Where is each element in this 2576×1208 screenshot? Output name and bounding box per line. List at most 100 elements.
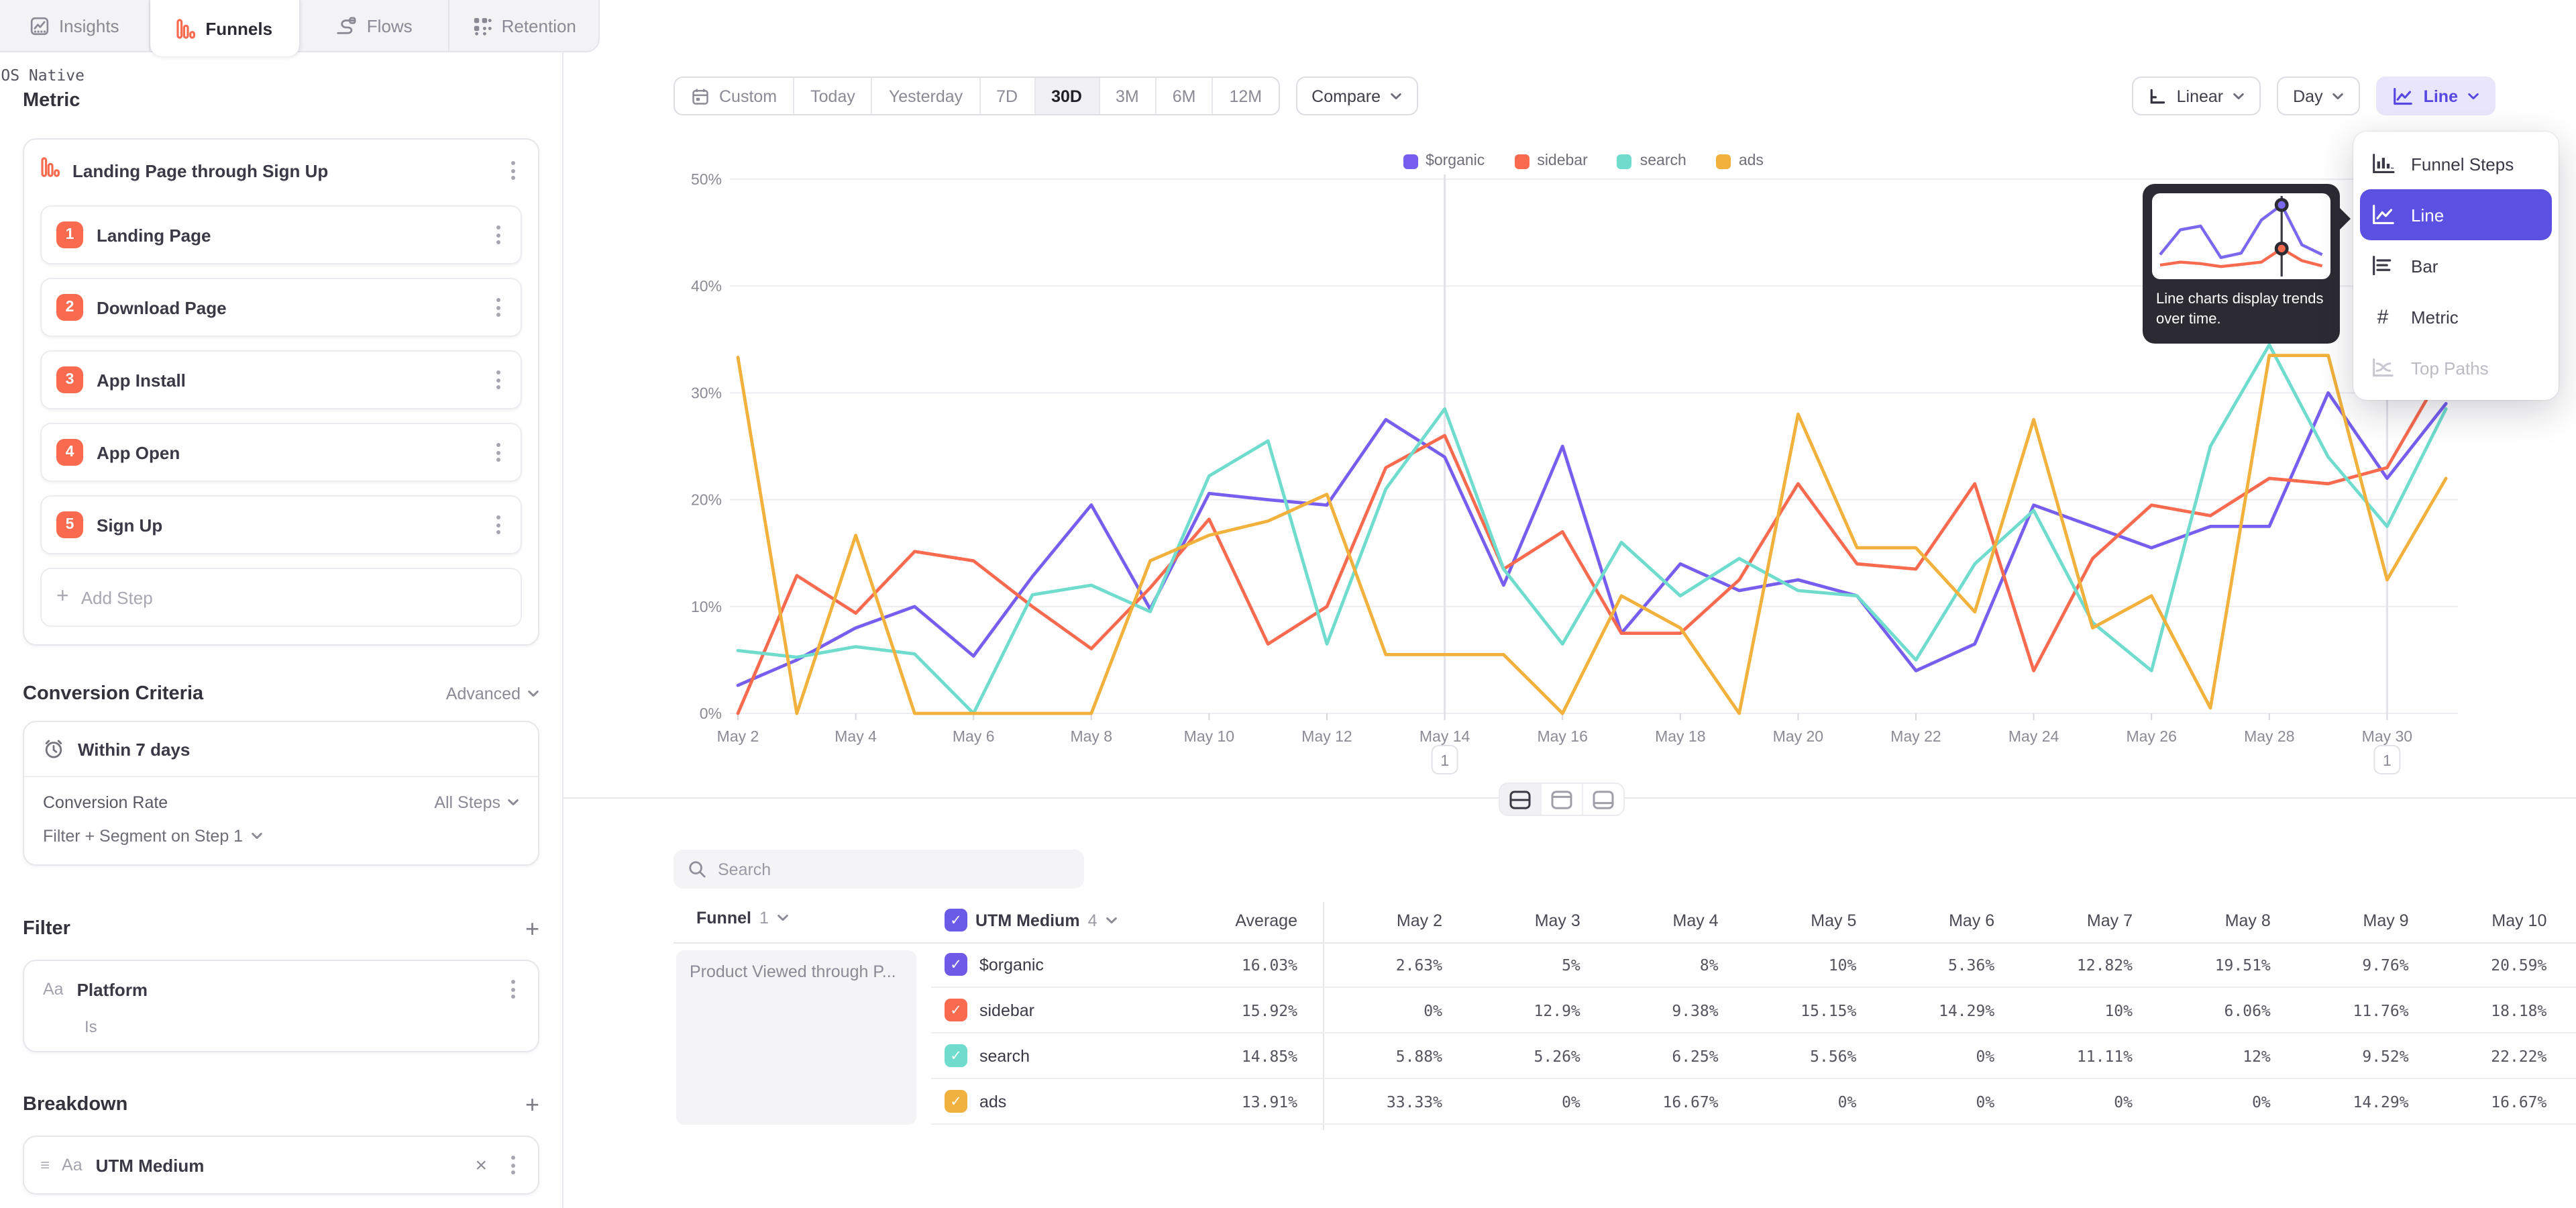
column-may-3: May 3 (1535, 911, 1580, 930)
funnels-icon (176, 18, 196, 38)
add-step-button[interactable]: + Add Step (40, 568, 522, 627)
filter-card: Aa Platform Is iOS Native (23, 960, 539, 1052)
step-label: Sign Up (97, 515, 475, 535)
series-checkbox[interactable]: ✓ (945, 999, 967, 1021)
column-may-8: May 8 (2225, 911, 2271, 930)
drag-handle-icon[interactable]: ≡ (40, 1156, 48, 1174)
column-may-4: May 4 (1673, 911, 1719, 930)
chart-view-toggle[interactable] (1540, 784, 1582, 815)
chart-type-dropdown[interactable]: Line (2377, 77, 2496, 115)
scale-dropdown[interactable]: Linear (2133, 77, 2261, 115)
interval-dropdown[interactable]: Day (2277, 77, 2360, 115)
breakdown-column-dropdown[interactable]: ✓ UTM Medium4 (945, 909, 1117, 932)
cell-value: 6.25% (1672, 1047, 1718, 1066)
legend-item-ads[interactable]: ads (1716, 153, 1764, 169)
range-6m[interactable]: 6M (1155, 78, 1212, 114)
funnel-bars-icon (40, 157, 60, 184)
cell-value: 9.52% (2362, 1047, 2408, 1066)
funnel-kebab-icon[interactable] (503, 158, 522, 183)
split-view-toggle[interactable] (1500, 784, 1540, 815)
annotation-marker[interactable]: 1 (2374, 746, 2400, 774)
add-breakdown-button[interactable]: + (525, 1093, 539, 1117)
add-step-label: Add Step (81, 587, 153, 607)
cell-value: 10% (2104, 1001, 2133, 1020)
range-12m[interactable]: 12M (1212, 78, 1279, 114)
filter-property[interactable]: Platform (77, 979, 490, 999)
series-name: search (979, 1047, 1030, 1066)
range-3m[interactable]: 3M (1098, 78, 1155, 114)
remove-breakdown-icon[interactable]: × (472, 1155, 490, 1175)
series-checkbox[interactable]: ✓ (945, 953, 967, 976)
layout-toggle-group (1499, 783, 1625, 816)
series-checkbox[interactable]: ✓ (945, 1044, 967, 1067)
all-steps-dropdown[interactable]: All Steps (434, 793, 519, 812)
filter-segment-dropdown[interactable]: Filter + Segment on Step 1 (24, 817, 538, 864)
range-30d[interactable]: 30D (1034, 78, 1098, 114)
average-value: 14.85% (1242, 1047, 1297, 1066)
cell-value: 0% (1976, 1047, 1994, 1066)
menu-item-metric[interactable]: # Metric (2353, 291, 2559, 342)
menu-item-bar[interactable]: Bar (2353, 240, 2559, 291)
table-view-toggle[interactable] (1582, 784, 1623, 815)
legend-swatch (1403, 154, 1417, 168)
legend-label: sidebar (1537, 153, 1587, 169)
series-checkbox[interactable]: ✓ (945, 1090, 967, 1113)
step-label: App Open (97, 442, 475, 462)
menu-item-label: Funnel Steps (2411, 154, 2514, 174)
tab-retention[interactable]: Retention (450, 0, 599, 51)
advanced-dropdown[interactable]: Advanced (446, 685, 539, 703)
funnel-step-4[interactable]: 4 App Open (40, 423, 522, 482)
funnel-name-cell[interactable]: Product Viewed through P... (676, 950, 916, 1125)
tab-funnels[interactable]: Funnels (150, 0, 301, 56)
conversion-rate-label: Conversion Rate (43, 793, 168, 812)
cell-value: 0% (2252, 1093, 2271, 1111)
annotation-marker[interactable]: 1 (1432, 746, 1458, 774)
search-input[interactable]: Search (674, 850, 1084, 889)
funnel-step-5[interactable]: 5 Sign Up (40, 495, 522, 554)
compare-button[interactable]: Compare (1295, 77, 1418, 115)
funnel-step-1[interactable]: 1 Landing Page (40, 205, 522, 264)
split-view-icon (1509, 790, 1531, 809)
svg-text:May 8: May 8 (1070, 727, 1112, 745)
tooltip-arrow (2339, 207, 2351, 231)
column-may-5: May 5 (1811, 911, 1856, 930)
step-kebab-icon[interactable] (488, 368, 507, 392)
filter-operator[interactable]: Is (85, 1017, 97, 1036)
chart-type-menu: Funnel Steps Line Bar # Metric Top Paths (2353, 132, 2559, 400)
menu-item-line[interactable]: Line (2360, 189, 2552, 240)
range-custom[interactable]: Custom (675, 78, 793, 114)
tab-flows[interactable]: Flows (300, 0, 450, 51)
range-7d[interactable]: 7D (979, 78, 1034, 114)
range-today[interactable]: Today (793, 78, 871, 114)
step-kebab-icon[interactable] (488, 440, 507, 464)
menu-item-top-paths[interactable]: Top Paths (2353, 342, 2559, 393)
chart-type-tooltip: Line charts display trends over time. (2143, 184, 2340, 343)
plus-icon: + (56, 585, 69, 609)
legend-item-search[interactable]: search (1617, 153, 1686, 169)
cell-value: 0% (1838, 1093, 1857, 1111)
report-tabs: Insights Funnels Flows Retention (0, 0, 600, 52)
legend-item-sidebar[interactable]: sidebar (1514, 153, 1587, 169)
menu-item-funnel-steps[interactable]: Funnel Steps (2353, 138, 2559, 189)
legend-label: ads (1739, 153, 1764, 169)
filter-value[interactable]: iOS Native (0, 66, 85, 85)
breakdown-property[interactable]: UTM Medium (96, 1155, 460, 1175)
legend-item--organic[interactable]: $organic (1403, 153, 1485, 169)
add-filter-button[interactable]: + (525, 917, 539, 941)
breakdown-checkbox[interactable]: ✓ (945, 909, 967, 932)
step-kebab-icon[interactable] (488, 295, 507, 319)
breakdown-heading: Breakdown (23, 1094, 127, 1115)
tab-insights[interactable]: Insights (0, 0, 150, 51)
funnel-column-dropdown[interactable]: Funnel1 (696, 909, 789, 927)
funnel-step-2[interactable]: 2 Download Page (40, 278, 522, 337)
range-yesterday[interactable]: Yesterday (871, 78, 979, 114)
filter-kebab-icon[interactable] (503, 977, 522, 1001)
calendar-icon (691, 87, 710, 105)
step-kebab-icon[interactable] (488, 513, 507, 537)
breakdown-card: ≡ Aa UTM Medium × (23, 1136, 539, 1195)
conversion-window[interactable]: Within 7 days (24, 722, 538, 776)
step-number-badge: 5 (56, 511, 83, 538)
breakdown-kebab-icon[interactable] (503, 1153, 522, 1177)
step-kebab-icon[interactable] (488, 223, 507, 247)
funnel-step-3[interactable]: 3 App Install (40, 350, 522, 409)
